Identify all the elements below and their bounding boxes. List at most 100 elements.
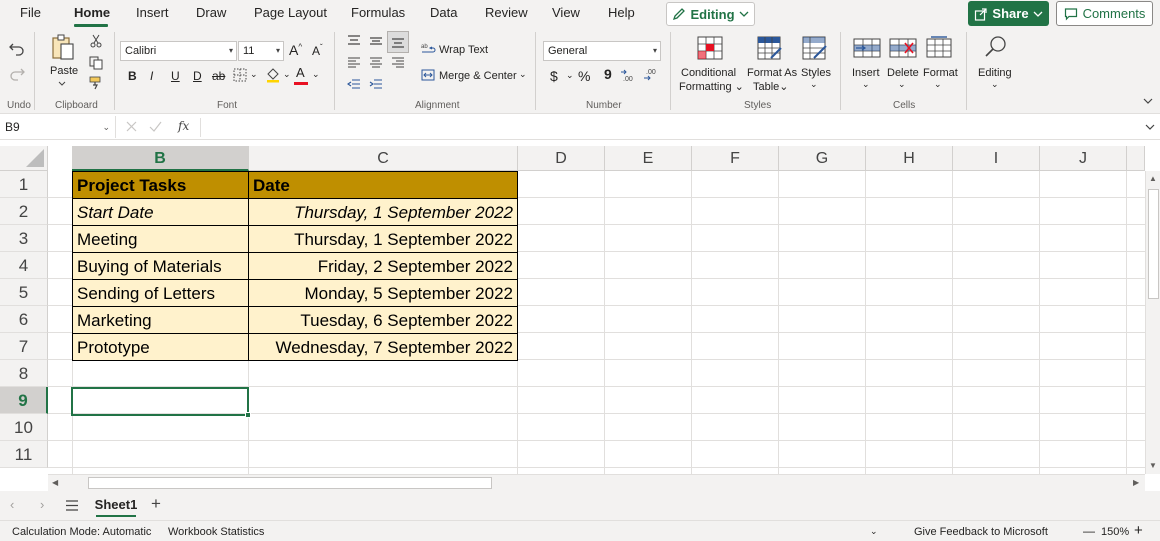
- copy-icon[interactable]: [89, 56, 103, 70]
- vertical-scroll-thumb[interactable]: [1148, 189, 1159, 299]
- chevron-down-icon[interactable]: ⌄: [810, 79, 818, 90]
- format-cells-label[interactable]: Format: [923, 66, 958, 80]
- column-header-k[interactable]: [1127, 146, 1145, 171]
- column-header-i[interactable]: I: [953, 146, 1040, 171]
- shrink-font-icon[interactable]: Aˇ: [312, 43, 323, 58]
- format-as-table-icon[interactable]: [757, 36, 783, 60]
- scroll-left-icon[interactable]: ◀: [52, 478, 58, 487]
- row-header-11[interactable]: 11: [0, 441, 48, 468]
- table-cell-date[interactable]: Monday, 5 September 2022: [248, 279, 518, 307]
- vertical-scrollbar[interactable]: ▲ ▼: [1145, 171, 1160, 474]
- align-right-icon[interactable]: [391, 56, 405, 70]
- cell-styles-label[interactable]: Styles: [801, 66, 831, 80]
- number-format-select[interactable]: General ▾: [543, 41, 661, 61]
- row-header-7[interactable]: 7: [0, 333, 48, 360]
- tab-file[interactable]: File: [20, 5, 41, 20]
- cancel-icon[interactable]: [126, 121, 137, 132]
- bold-button[interactable]: B: [128, 69, 137, 83]
- zoom-out-button[interactable]: —: [1083, 524, 1095, 538]
- column-header-h[interactable]: H: [866, 146, 953, 171]
- decrease-indent-icon[interactable]: [347, 78, 361, 92]
- horizontal-scrollbar[interactable]: ◀ ▶: [48, 474, 1145, 491]
- insert-cells-label[interactable]: Insert: [852, 66, 880, 80]
- feedback-link[interactable]: Give Feedback to Microsoft: [914, 526, 1048, 538]
- font-color-button[interactable]: A: [296, 66, 305, 80]
- chevron-down-icon[interactable]: ⌄: [250, 69, 258, 80]
- chevron-down-icon[interactable]: ⌄: [283, 69, 291, 80]
- tab-page-layout[interactable]: Page Layout: [254, 5, 327, 20]
- align-top-icon[interactable]: [347, 34, 361, 48]
- percent-button[interactable]: %: [578, 68, 590, 84]
- align-center-icon[interactable]: [369, 56, 383, 70]
- row-header-4[interactable]: 4: [0, 252, 48, 279]
- chevron-down-icon[interactable]: [58, 81, 66, 87]
- row-header-1[interactable]: 1: [0, 171, 48, 198]
- undo-icon[interactable]: [9, 41, 25, 57]
- tab-insert[interactable]: Insert: [136, 5, 169, 20]
- redo-icon[interactable]: [9, 66, 25, 82]
- insert-function-button[interactable]: fx: [178, 119, 189, 133]
- table-cell-task[interactable]: Buying of Materials: [72, 252, 249, 280]
- horizontal-scroll-thumb[interactable]: [88, 477, 492, 489]
- format-painter-icon[interactable]: [89, 76, 103, 90]
- editing-label[interactable]: Editing: [978, 66, 1012, 80]
- workbook-statistics[interactable]: Workbook Statistics: [168, 526, 264, 538]
- cut-icon[interactable]: [89, 34, 103, 48]
- table-cell-date[interactable]: Friday, 2 September 2022: [248, 252, 518, 280]
- wrap-text-icon[interactable]: ab: [421, 42, 437, 56]
- calculation-mode[interactable]: Calculation Mode: Automatic: [12, 526, 151, 538]
- tab-home[interactable]: Home: [74, 5, 110, 20]
- column-header-j[interactable]: J: [1040, 146, 1127, 171]
- scroll-right-icon[interactable]: ▶: [1133, 478, 1139, 487]
- merge-center-button[interactable]: Merge & Center: [439, 70, 517, 82]
- row-header-8[interactable]: 8: [0, 360, 48, 387]
- fill-handle[interactable]: [245, 412, 251, 418]
- format-cells-icon[interactable]: [926, 36, 952, 58]
- add-sheet-button[interactable]: +: [151, 494, 161, 514]
- chevron-down-icon[interactable]: ⌄: [991, 79, 999, 90]
- paste-icon[interactable]: [49, 33, 77, 61]
- tab-draw[interactable]: Draw: [196, 5, 226, 20]
- comments-button[interactable]: Comments: [1056, 1, 1153, 26]
- conditional-formatting-icon[interactable]: [697, 36, 723, 60]
- table-header-date[interactable]: Date: [248, 171, 518, 199]
- formatting-label[interactable]: Formatting ⌄: [679, 80, 744, 94]
- align-left-icon[interactable]: [347, 56, 361, 70]
- chevron-down-icon[interactable]: ⌄: [862, 79, 870, 90]
- formula-input[interactable]: [200, 118, 1144, 137]
- select-all-corner[interactable]: [0, 146, 48, 171]
- table-cell-task[interactable]: Meeting: [72, 225, 249, 253]
- zoom-in-button[interactable]: +: [1134, 522, 1143, 539]
- merge-center-icon[interactable]: [421, 68, 435, 82]
- double-underline-button[interactable]: D: [193, 69, 202, 83]
- paste-label[interactable]: Paste: [50, 64, 78, 78]
- wrap-text-button[interactable]: Wrap Text: [439, 44, 488, 56]
- editing-mode-button[interactable]: Editing: [666, 2, 755, 26]
- column-header-d[interactable]: D: [518, 146, 605, 171]
- insert-cells-icon[interactable]: [853, 38, 881, 58]
- row-header-2[interactable]: 2: [0, 198, 48, 225]
- row-header-6[interactable]: 6: [0, 306, 48, 333]
- table-cell-task[interactable]: Sending of Letters: [72, 279, 249, 307]
- prev-sheet-icon[interactable]: ‹: [10, 497, 14, 512]
- column-header-e[interactable]: E: [605, 146, 692, 171]
- column-header-b[interactable]: B: [72, 146, 249, 171]
- active-cell-b9[interactable]: [71, 387, 249, 416]
- chevron-down-icon[interactable]: ⌄: [898, 79, 906, 90]
- tab-data[interactable]: Data: [430, 5, 457, 20]
- table-label[interactable]: Table⌄: [753, 80, 789, 94]
- column-header-f[interactable]: F: [692, 146, 779, 171]
- row-header-5[interactable]: 5: [0, 279, 48, 306]
- table-cell-date[interactable]: Wednesday, 7 September 2022: [248, 333, 518, 361]
- row-header-10[interactable]: 10: [0, 414, 48, 441]
- row-header-9[interactable]: 9: [0, 387, 48, 414]
- comma-button[interactable]: 9: [604, 66, 612, 82]
- next-sheet-icon[interactable]: ›: [40, 497, 44, 512]
- zoom-level[interactable]: 150%: [1101, 526, 1129, 538]
- conditional-formatting-label[interactable]: Conditional: [681, 66, 736, 80]
- table-header-project-tasks[interactable]: Project Tasks: [72, 171, 249, 199]
- cell-styles-icon[interactable]: [802, 36, 828, 60]
- share-button[interactable]: Share: [968, 1, 1049, 26]
- table-cell-date[interactable]: Thursday, 1 September 2022: [248, 225, 518, 253]
- row-header-3[interactable]: 3: [0, 225, 48, 252]
